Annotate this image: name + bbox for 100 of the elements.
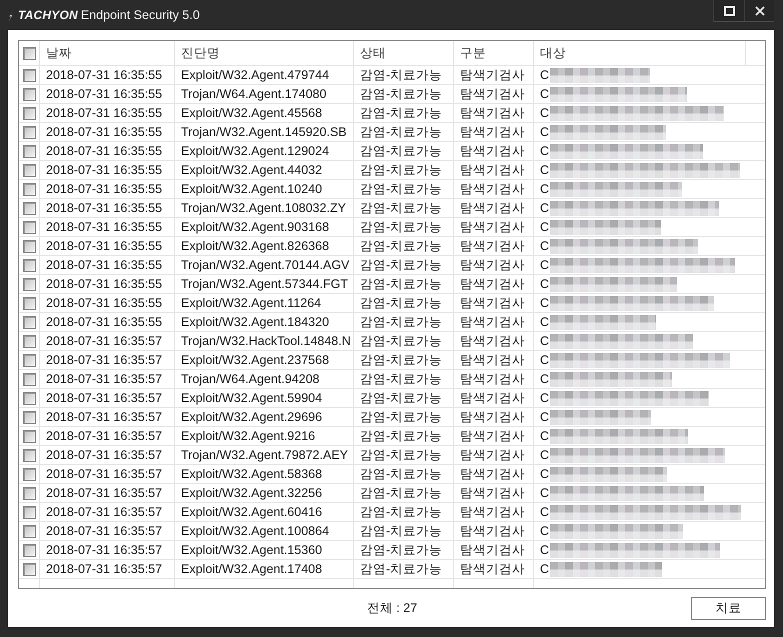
category-cell: 탐색기검사	[454, 275, 534, 293]
detection-name-cell: Trojan/W32.Agent.145920.SB	[175, 123, 354, 141]
category-cell: 탐색기검사	[454, 256, 534, 274]
detection-name-cell: Trojan/W32.Agent.70144.AGV	[175, 256, 354, 274]
treat-button[interactable]: 치료	[691, 596, 766, 620]
checkbox[interactable]	[22, 164, 36, 176]
checkbox[interactable]	[22, 106, 36, 120]
checkbox[interactable]	[22, 296, 36, 310]
checkbox[interactable]	[22, 506, 36, 518]
category-cell: 탐색기검사	[454, 370, 534, 388]
checkbox[interactable]	[22, 182, 36, 196]
column-header[interactable]: 구분	[454, 41, 534, 65]
date-cell: 2018-07-31 16:35:57	[40, 560, 175, 578]
date-cell: 2018-07-31 16:35:55	[40, 294, 175, 312]
checkbox[interactable]	[22, 524, 36, 538]
date-cell: 2018-07-31 16:35:57	[40, 465, 175, 483]
target-cell: C	[540, 144, 550, 158]
close-icon	[754, 6, 764, 16]
checkbox[interactable]	[22, 334, 36, 348]
checkbox[interactable]	[22, 220, 36, 234]
status-cell: 감염-치료가능	[354, 275, 454, 293]
checkbox[interactable]	[22, 68, 36, 82]
checkbox[interactable]	[22, 410, 36, 424]
date-cell: 2018-07-31 16:35:55	[40, 275, 175, 293]
date-cell: 2018-07-31 16:35:57	[40, 351, 175, 369]
checkbox[interactable]	[22, 88, 36, 100]
status-cell: 감염-치료가능	[354, 256, 454, 274]
target-cell: C	[540, 467, 550, 481]
status-cell: 감염-치료가능	[354, 218, 454, 236]
checkbox[interactable]	[22, 430, 36, 442]
target-cell: C	[540, 239, 550, 253]
detection-name-cell: Trojan/W64.Agent.94208	[175, 370, 354, 388]
category-cell: 탐색기검사	[454, 484, 534, 502]
checkbox[interactable]	[22, 448, 36, 462]
status-cell: 감염-치료가능	[354, 123, 454, 141]
status-cell: 감염-치료가능	[354, 370, 454, 388]
category-cell: 탐색기검사	[454, 332, 534, 350]
checkbox[interactable]	[22, 392, 36, 404]
checkbox[interactable]	[22, 354, 36, 366]
checkbox[interactable]	[22, 468, 36, 480]
checkbox[interactable]	[22, 486, 36, 500]
detection-name-cell: Exploit/W32.Agent.479744	[175, 66, 354, 84]
category-cell: 탐색기검사	[454, 541, 534, 559]
column-header[interactable]: 대상	[534, 41, 746, 65]
category-cell: 탐색기검사	[454, 180, 534, 198]
checkbox[interactable]	[22, 258, 36, 272]
date-cell: 2018-07-31 16:35:55	[40, 313, 175, 331]
detection-name-cell: Exploit/W32.Agent.10240	[175, 180, 354, 198]
detection-name-cell: Exploit/W32.Agent.58368	[175, 465, 354, 483]
checkbox[interactable]	[22, 202, 36, 214]
detection-name-cell: Trojan/W64.Agent.174080	[175, 85, 354, 103]
category-cell: 탐색기검사	[454, 522, 534, 540]
column-header[interactable]: 진단명	[175, 41, 354, 65]
date-cell: 2018-07-31 16:35:55	[40, 104, 175, 122]
detection-name-cell: Exploit/W32.Agent.11264	[175, 294, 354, 312]
category-cell: 탐색기검사	[454, 503, 534, 521]
status-cell: 감염-치료가능	[354, 465, 454, 483]
checkbox[interactable]	[22, 46, 36, 60]
checkbox[interactable]	[22, 544, 36, 556]
category-cell: 탐색기검사	[454, 199, 534, 217]
date-cell: 2018-07-31 16:35:57	[40, 522, 175, 540]
date-cell: 2018-07-31 16:35:57	[40, 370, 175, 388]
date-cell: 2018-07-31 16:35:57	[40, 541, 175, 559]
status-cell: 감염-치료가능	[354, 408, 454, 426]
detection-name-cell: Exploit/W32.Agent.15360	[175, 541, 354, 559]
detection-name-cell: Exploit/W32.Agent.32256	[175, 484, 354, 502]
target-cell: C	[540, 524, 550, 538]
detection-name-cell: Exploit/W32.Agent.59904	[175, 389, 354, 407]
target-cell: C	[540, 125, 550, 139]
column-header[interactable]: 날짜	[40, 41, 175, 65]
target-cell: C	[540, 277, 550, 291]
detection-name-cell: Exploit/W32.Agent.45568	[175, 104, 354, 122]
status-cell: 감염-치료가능	[354, 180, 454, 198]
checkbox[interactable]	[22, 278, 36, 290]
detection-name-cell: Trojan/W32.HackTool.14848.N	[175, 332, 354, 350]
status-cell: 감염-치료가능	[354, 503, 454, 521]
target-cell: C	[540, 87, 550, 101]
checkbox[interactable]	[22, 144, 36, 158]
checkbox[interactable]	[22, 316, 36, 328]
target-cell: C	[540, 296, 550, 310]
status-cell: 감염-치료가능	[354, 541, 454, 559]
detection-name-cell: Exploit/W32.Agent.129024	[175, 142, 354, 160]
date-cell: 2018-07-31 16:35:55	[40, 237, 175, 255]
target-cell: C	[540, 106, 550, 120]
detection-name-cell: Exploit/W32.Agent.826368	[175, 237, 354, 255]
checkbox[interactable]	[22, 372, 36, 386]
close-button[interactable]	[744, 0, 774, 21]
category-cell: 탐색기검사	[454, 66, 534, 84]
detection-name-cell: Exploit/W32.Agent.29696	[175, 408, 354, 426]
target-cell: C	[540, 201, 550, 215]
checkbox[interactable]	[22, 562, 36, 576]
window-title: Endpoint Security 5.0	[80, 8, 200, 22]
checkbox[interactable]	[22, 126, 36, 138]
category-cell: 탐색기검사	[454, 218, 534, 236]
maximize-button[interactable]	[714, 0, 744, 21]
column-header[interactable]: 상태	[354, 41, 454, 65]
status-cell: 감염-치료가능	[354, 332, 454, 350]
checkbox[interactable]	[22, 240, 36, 252]
status-cell: 감염-치료가능	[354, 199, 454, 217]
category-cell: 탐색기검사	[454, 446, 534, 464]
